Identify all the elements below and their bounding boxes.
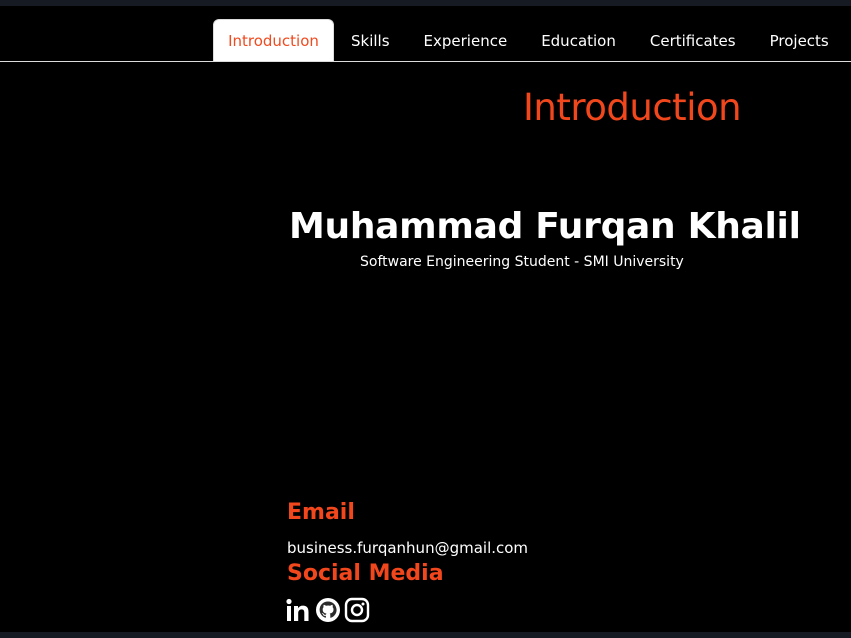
person-subtitle: Software Engineering Student - SMI Unive… — [360, 254, 684, 270]
portfolio-page: Introduction Skills Experience Education… — [0, 0, 851, 638]
tab-education[interactable]: Education — [524, 19, 633, 62]
section-tabs: Introduction Skills Experience Education… — [213, 19, 846, 62]
tab-projects[interactable]: Projects — [753, 19, 846, 62]
tab-skills[interactable]: Skills — [334, 19, 407, 62]
window-top-strip — [0, 0, 851, 6]
section-title: Introduction — [523, 86, 742, 129]
tab-introduction[interactable]: Introduction — [213, 19, 334, 62]
email-heading: Email — [287, 500, 355, 525]
person-name: Muhammad Furqan Khalil — [289, 206, 801, 247]
social-icons — [286, 597, 370, 623]
instagram-icon[interactable] — [344, 597, 370, 623]
window-bottom-strip — [0, 632, 851, 638]
social-media-heading: Social Media — [287, 561, 444, 586]
tab-experience[interactable]: Experience — [407, 19, 525, 62]
tab-certificates[interactable]: Certificates — [633, 19, 753, 62]
github-icon[interactable] — [315, 597, 341, 623]
tabs-divider — [0, 61, 851, 62]
linkedin-icon[interactable] — [286, 597, 312, 623]
email-address[interactable]: business.furqanhun@gmail.com — [287, 539, 528, 557]
